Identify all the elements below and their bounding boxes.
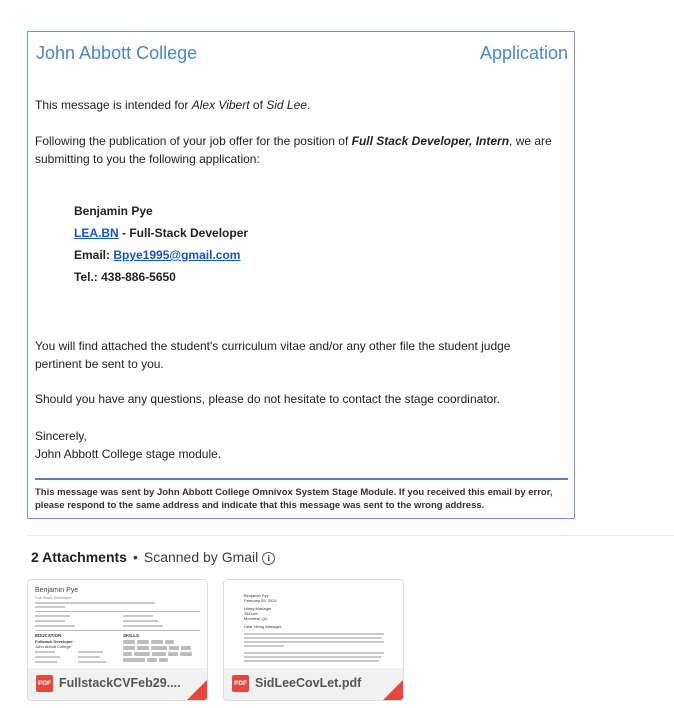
page-corner-icon [187,680,207,700]
scanned-by-gmail: Scanned by Gmail [143,549,259,565]
attachments-header: 2 Attachments • Scanned by Gmail i [31,549,276,565]
attachment-filename: SidLeeCovLet.pdf [255,676,362,690]
org-link[interactable]: LEA.BN [74,226,119,240]
recipient-name: Alex Vibert [191,98,250,112]
attachment-cover-letter[interactable]: Benjamin Pye February 29, 2024 Hiring Ma… [223,579,404,701]
pdf-icon: PDF [36,675,53,692]
attachment-preview: Benjamin Pye Full Stack Developer EDUCAT… [28,580,207,668]
attachments-count: 2 Attachments [31,549,127,565]
attached-paragraph: You will find attached the student's cur… [35,339,511,371]
company-name: Sid Lee [266,98,307,112]
college-name: John Abbott College [36,43,198,63]
candidate-phone: Tel.: 438-886-5650 [74,270,176,284]
closing-line: Sincerely, [35,429,87,443]
page-corner-icon [383,680,403,700]
info-icon[interactable]: i [262,552,276,565]
application-label: Application [479,43,568,63]
questions-paragraph: Should you have any questions, please do… [35,392,500,406]
candidate-org: LEA.BN - Full-Stack Developer [74,226,249,240]
footer-disclaimer: This message was sent by John Abbott Col… [35,487,553,511]
position-title: Full Stack Developer, Intern [351,134,510,148]
closing-signature: John Abbott College stage module. [35,447,222,461]
attachment-filename: FullstackCVFeb29.... [59,676,181,690]
intro-paragraph: This message is intended for Alex Vibert… [35,98,311,112]
candidate-name: Benjamin Pye [74,204,153,218]
email-link[interactable]: Bpye1995@gmail.com [113,248,240,262]
attachment-cv[interactable]: Benjamin Pye Full Stack Developer EDUCAT… [27,579,208,701]
pdf-icon: PDF [232,675,249,692]
attachment-preview: Benjamin Pye February 29, 2024 Hiring Ma… [224,580,403,668]
footer-divider [35,478,568,480]
publication-paragraph: Following the publication of your job of… [35,134,552,166]
candidate-email: Email: Bpye1995@gmail.com [74,248,241,262]
email-card: John Abbott College Application This mes… [27,31,575,519]
attachments-divider [27,535,674,536]
